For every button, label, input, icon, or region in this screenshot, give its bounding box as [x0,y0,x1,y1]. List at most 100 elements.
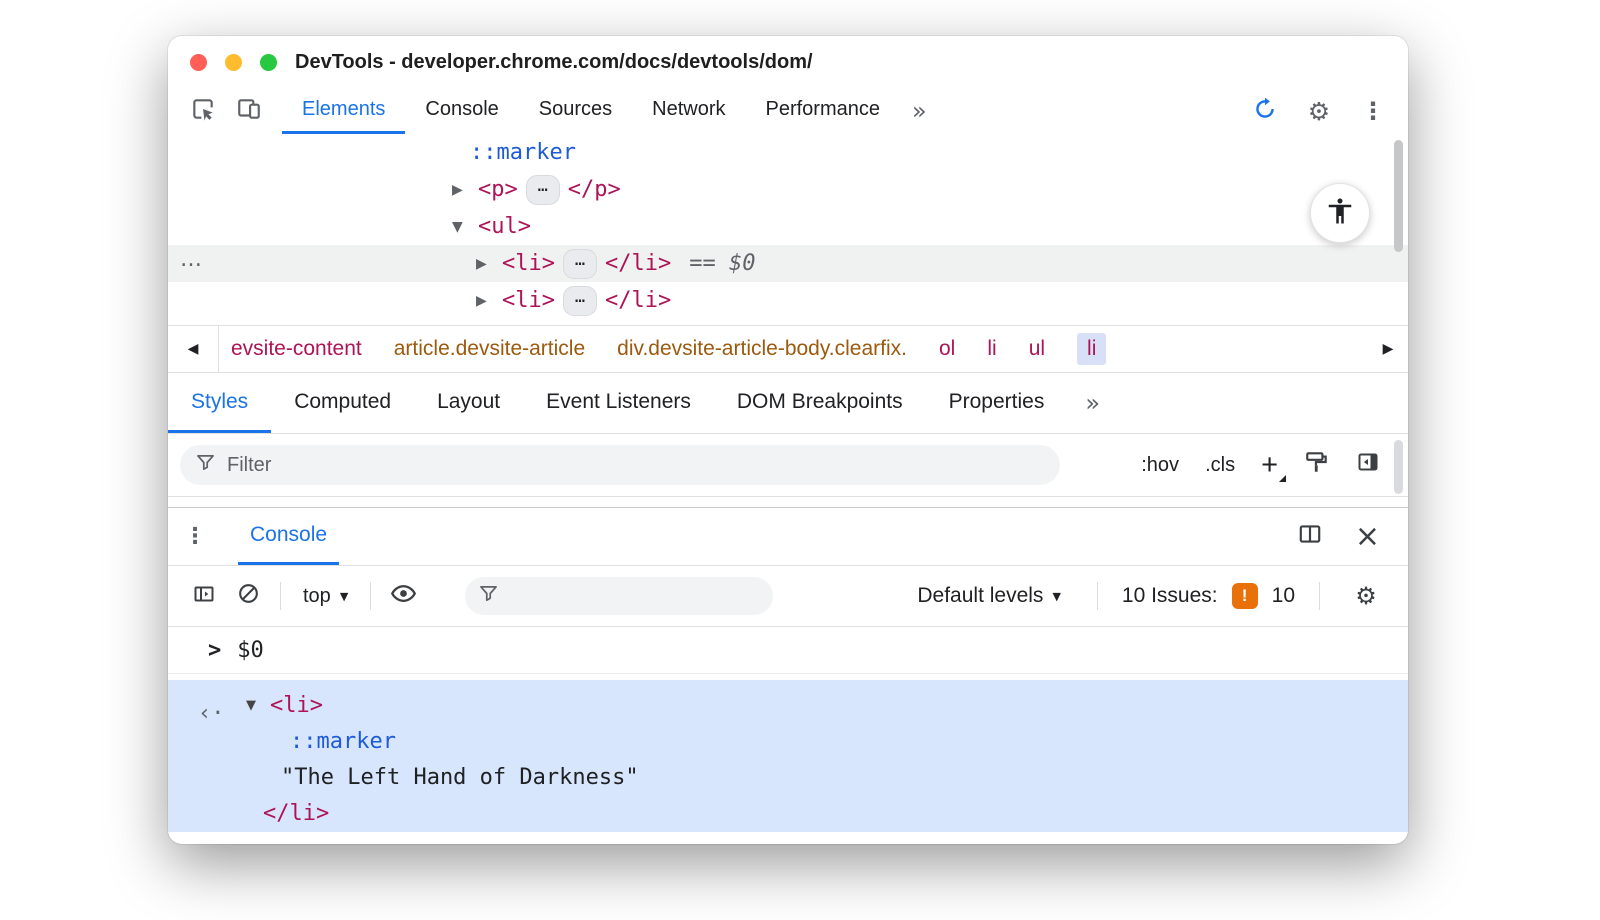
crumb-li[interactable]: li [987,337,996,361]
breadcrumb-scroll-right-button[interactable]: ▶ [1368,326,1408,372]
tab-dom-breakpoints[interactable]: DOM Breakpoints [714,373,926,433]
filter-funnel-icon [196,453,215,477]
tab-performance[interactable]: Performance [746,88,901,134]
toggle-element-state-button[interactable]: :hov [1141,454,1179,477]
console-sidebar-button[interactable] [182,582,226,611]
breadcrumb-bar: ◀ evsite-content article.devsite-article… [168,325,1408,373]
result-li-open-line[interactable]: ▼ <li> [168,688,1408,724]
crumb-ol[interactable]: ol [939,337,955,361]
expand-arrow-icon[interactable]: ▶ [452,182,478,198]
eye-button[interactable] [381,580,425,612]
accessibility-floating-button[interactable] [1310,183,1370,243]
crumb-li-selected[interactable]: li [1077,333,1107,365]
inspect-element-button[interactable] [180,88,226,134]
tab-console-label: Console [425,98,499,120]
collapse-arrow-icon[interactable]: ▼ [452,219,478,235]
clear-console-button[interactable] [226,581,270,611]
tab-event-listeners[interactable]: Event Listeners [523,373,714,433]
result-li-close-tag: </li> [263,801,330,826]
main-toolbar: Elements Console Sources Network Perform… [168,88,1408,134]
split-panel-icon [1297,525,1323,551]
tab-elements[interactable]: Elements [282,88,406,134]
paint-roller-icon [1304,452,1330,480]
result-li-open-tag: <li> [270,693,323,718]
collapsed-content-badge[interactable]: … [525,174,560,205]
result-text-line[interactable]: "The Left Hand of Darkness" [168,760,1408,796]
titlebar: DevTools - developer.chrome.com/docs/dev… [168,36,1408,88]
result-marker-line[interactable]: ::marker [168,724,1408,760]
window-title: DevTools - developer.chrome.com/docs/dev… [295,50,813,73]
tab-layout[interactable]: Layout [414,373,523,433]
execution-context-selector[interactable]: top ▼ [291,585,360,608]
tab-properties[interactable]: Properties [926,373,1068,433]
toolbar-divider [280,582,281,610]
issues-count-label[interactable]: 10 Issues: [1122,584,1218,608]
toolbar-divider [1319,582,1320,610]
dom-tree: ::marker ▶ <p>… </p> ▼ <ul> … ▶ <li>… </li> ==… [168,134,1408,325]
styles-scrollbar[interactable] [1394,440,1403,494]
toolbar-divider [370,582,372,610]
crumb-ul[interactable]: ul [1029,337,1045,361]
devtools-window: DevTools - developer.chrome.com/docs/dev… [168,36,1408,844]
tab-layout-label: Layout [437,389,501,413]
tree-row-p[interactable]: ▶ <p> … </p> [168,171,1408,208]
issues-count-value[interactable]: 10 [1272,584,1295,608]
more-tabs-button[interactable]: » [900,88,939,134]
dock-right-icon [1356,453,1380,479]
split-panel-button[interactable] [1297,521,1323,552]
tree-row-li[interactable]: ▶ <li> … </li> [168,282,1408,319]
sync-icon [1252,96,1278,127]
collapsed-content-badge[interactable]: … [562,248,597,279]
crumb-article-body[interactable]: div.devsite-article-body.clearfix. [617,337,907,361]
log-levels-selector[interactable]: Default levels ▼ [905,584,1073,608]
chevron-right-icon: ▶ [1382,341,1394,357]
console-filter-pill [465,577,776,615]
result-li-close-line[interactable]: </li> [168,796,1408,832]
breadcrumb-scroll-left-button[interactable]: ◀ [168,326,219,372]
tab-network[interactable]: Network [632,88,745,134]
minimize-window-button[interactable] [225,54,242,71]
tab-sources[interactable]: Sources [519,88,632,134]
tab-sources-label: Sources [538,98,613,120]
console-output-arrow-icon: ‹· [198,701,225,726]
collapsed-content-badge[interactable]: … [562,285,597,316]
dropdown-corner-icon [1279,474,1286,482]
drawer-menu-button[interactable]: ⋮ [168,508,222,565]
chevron-double-icon: » [912,97,927,125]
new-style-rule-button[interactable]: + [1261,450,1286,482]
zoom-window-button[interactable] [260,54,277,71]
tab-styles[interactable]: Styles [168,373,272,433]
dock-sidebar-button[interactable] [1356,450,1380,480]
close-window-button[interactable] [190,54,207,71]
issues-warning-icon[interactable]: ! [1231,583,1258,609]
chevron-left-icon: ◀ [187,341,199,357]
console-settings-button[interactable]: ⚙ [1344,582,1388,610]
elements-scrollbar[interactable] [1394,140,1403,252]
tab-console[interactable]: Console [405,88,518,134]
devtools-menu-button[interactable]: ⋮ [1350,97,1396,125]
expand-arrow-icon[interactable]: ▶ [476,256,502,272]
device-toolbar-button[interactable] [226,88,272,134]
console-filter-input[interactable] [506,583,776,609]
tree-row-li-selected[interactable]: … ▶ <li> … </li> == $0 [168,245,1408,282]
styles-filter-input[interactable] [225,452,1044,478]
tree-row-marker[interactable]: ::marker [168,134,1408,171]
settings-button[interactable]: ⚙ [1296,97,1342,126]
expand-arrow-icon[interactable]: ▶ [476,293,502,309]
element-classes-button[interactable]: .cls [1205,454,1235,477]
tab-computed[interactable]: Computed [271,373,414,433]
crumb-devsite-content[interactable]: evsite-content [231,337,362,361]
more-sidebar-tabs-button[interactable]: » [1069,373,1116,433]
console-evaluated-expression[interactable]: > $0 [168,627,1408,674]
drawer-tab-console[interactable]: Console [238,508,340,565]
close-drawer-button[interactable]: × [1355,521,1380,552]
console-result-block[interactable]: ‹· ▼ <li> ::marker "The Left Hand of Dark… [168,680,1408,832]
overflow-dots-icon[interactable]: … [180,247,202,272]
log-levels-label: Default levels [917,584,1044,607]
sync-device-button[interactable] [1242,96,1288,127]
rendering-emulation-button[interactable] [1304,449,1330,481]
tab-performance-label: Performance [765,98,881,120]
tree-row-ul[interactable]: ▼ <ul> [168,208,1408,245]
crumb-article[interactable]: article.devsite-article [394,337,585,361]
collapse-arrow-icon[interactable]: ▼ [246,688,270,724]
